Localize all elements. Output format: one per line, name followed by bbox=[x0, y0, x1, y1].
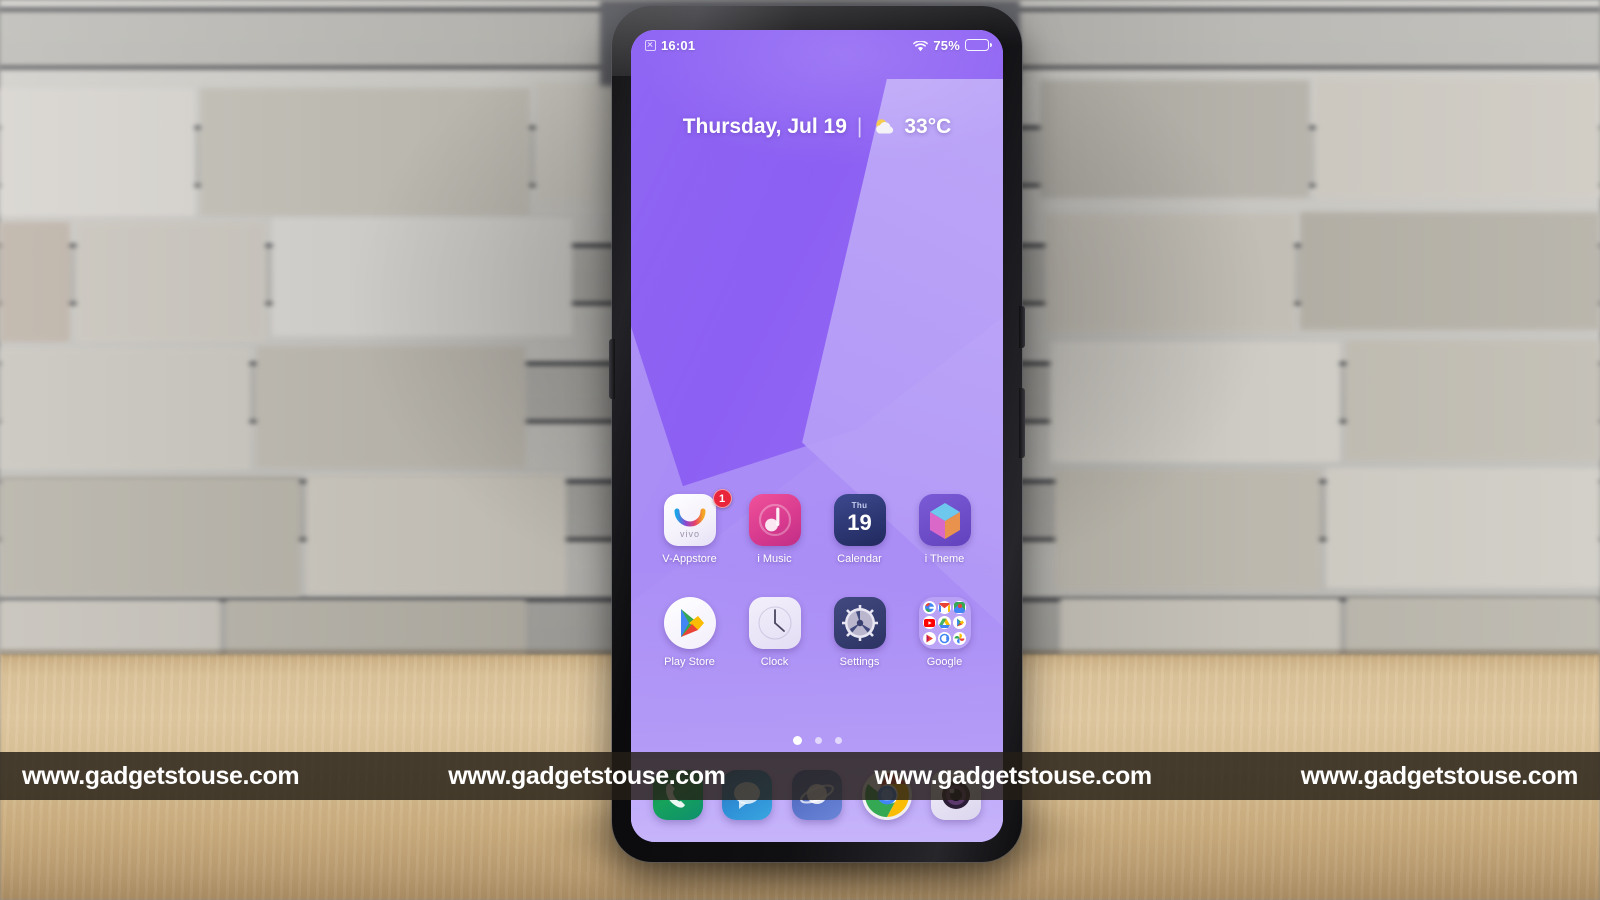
wifi-icon bbox=[913, 39, 929, 51]
page-indicator bbox=[631, 736, 1003, 745]
app-calendar[interactable]: Thu 19 Calendar bbox=[823, 494, 897, 565]
watermark-text: www.gadgetstouse.com bbox=[1300, 761, 1579, 790]
mini-icon-play-store bbox=[953, 616, 967, 630]
calendar-day-number: 19 bbox=[847, 510, 872, 535]
app-clock[interactable]: Clock bbox=[738, 597, 812, 668]
mini-icon-play-movies bbox=[922, 631, 936, 645]
mini-icon-duo bbox=[937, 631, 951, 645]
no-sim-icon bbox=[645, 39, 656, 51]
app-label: i Theme bbox=[924, 553, 965, 565]
svg-text:vivo: vivo bbox=[679, 529, 699, 539]
imusic-icon bbox=[748, 494, 801, 546]
widget-separator: | bbox=[856, 115, 863, 138]
app-label: Google bbox=[926, 656, 963, 668]
date-weather-widget[interactable]: Thursday, Jul 19 | 33°C bbox=[631, 115, 1003, 139]
smartphone-device: 16:01 75% Thursday, Jul 19 | 33°C vivo 1… bbox=[609, 6, 1025, 862]
settings-gear-icon bbox=[833, 597, 886, 649]
home-wallpaper bbox=[631, 30, 1003, 842]
photo-scene: 16:01 75% Thursday, Jul 19 | 33°C vivo 1… bbox=[0, 0, 1600, 900]
play-store-icon bbox=[663, 597, 716, 649]
app-v-appstore[interactable]: vivo 1 V-Appstore bbox=[653, 489, 732, 565]
app-label: i Music bbox=[757, 553, 792, 565]
watermark-text: www.gadgetstouse.com bbox=[874, 761, 1153, 790]
mini-icon-drive bbox=[937, 616, 951, 630]
page-dot-3[interactable] bbox=[834, 737, 842, 744]
status-bar-clock: 16:01 bbox=[661, 37, 696, 53]
watermark-band: www.gadgetstouse.com www.gadgetstouse.co… bbox=[0, 752, 1600, 800]
mini-icon-google-search bbox=[922, 601, 936, 615]
app-label: Clock bbox=[760, 656, 789, 668]
page-dot-1[interactable] bbox=[792, 736, 802, 745]
partly-cloudy-icon bbox=[872, 116, 895, 139]
app-label: Calendar bbox=[837, 553, 882, 565]
app-label: Settings bbox=[839, 656, 880, 668]
vivo-appstore-icon: vivo bbox=[663, 494, 716, 546]
widget-date-label: Thursday, Jul 19 bbox=[682, 115, 847, 138]
app-i-theme[interactable]: i Theme bbox=[908, 494, 982, 565]
calendar-day-of-week: Thu bbox=[851, 501, 868, 510]
battery-icon bbox=[965, 39, 993, 51]
watermark-text: www.gadgetstouse.com bbox=[448, 761, 726, 790]
clock-icon bbox=[748, 597, 801, 649]
widget-temperature-label: 33°C bbox=[904, 115, 952, 138]
app-google-folder[interactable]: Google bbox=[908, 597, 982, 668]
phone-screen[interactable]: 16:01 75% Thursday, Jul 19 | 33°C vivo 1… bbox=[631, 30, 1003, 842]
app-grid: vivo 1 V-Appstore i Music Thu 19 Calenda… bbox=[631, 489, 1003, 668]
power-button-upper[interactable] bbox=[1019, 306, 1025, 348]
calendar-icon: Thu 19 bbox=[833, 494, 886, 546]
app-row-2: Play Store Clock Settings Google bbox=[631, 597, 1003, 668]
battery-percent-label: 75% bbox=[933, 37, 960, 53]
power-button[interactable] bbox=[1019, 388, 1025, 458]
mini-icon-gmail bbox=[937, 601, 951, 615]
mini-icon-youtube bbox=[922, 616, 936, 630]
mini-icon-maps bbox=[953, 601, 967, 615]
mini-icon-photos bbox=[953, 631, 967, 645]
app-play-store[interactable]: Play Store bbox=[653, 597, 727, 668]
page-dot-2[interactable] bbox=[814, 737, 822, 744]
app-badge-count: 1 bbox=[712, 489, 732, 508]
watermark-text: www.gadgetstouse.com bbox=[22, 761, 300, 790]
app-settings[interactable]: Settings bbox=[823, 597, 897, 668]
google-folder-icon bbox=[918, 597, 971, 649]
app-row-1: vivo 1 V-Appstore i Music Thu 19 Calenda… bbox=[631, 489, 1003, 565]
status-bar: 16:01 75% bbox=[631, 30, 1003, 60]
itheme-icon bbox=[918, 494, 971, 546]
app-label: Play Store bbox=[664, 656, 715, 668]
app-label: V-Appstore bbox=[662, 553, 717, 565]
app-i-music[interactable]: i Music bbox=[738, 494, 812, 565]
volume-button[interactable] bbox=[609, 339, 615, 399]
